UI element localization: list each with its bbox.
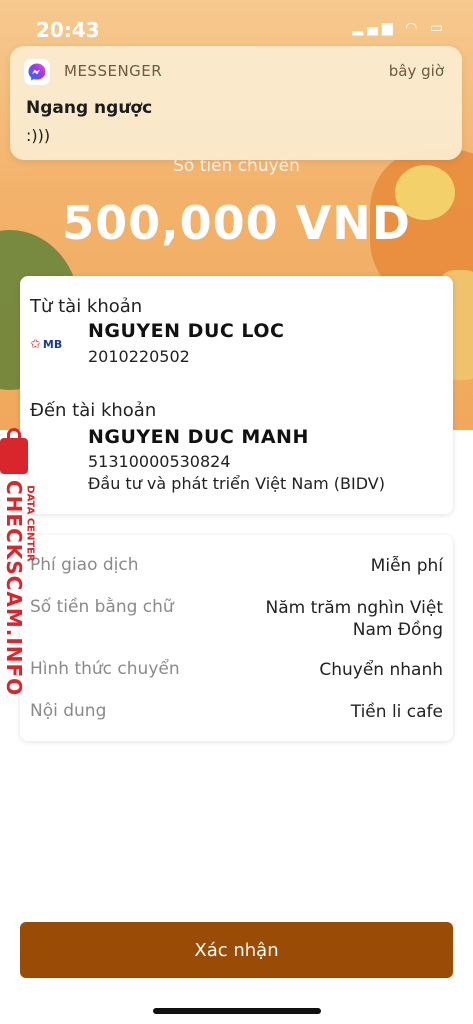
messenger-notification[interactable]: MESSENGER bây giờ Ngang ngược :)))	[10, 46, 462, 160]
star-icon: ✩	[30, 336, 41, 352]
detail-value: Miễn phí	[370, 556, 443, 576]
detail-value: Chuyển nhanh	[319, 660, 443, 680]
transfer-amount: 500,000 VND	[62, 196, 411, 250]
status-icons: ▂▄▆ ◠ ▭	[352, 20, 447, 36]
watermark-lock-icon	[0, 428, 28, 474]
watermark-subtext: DATA CENTER	[24, 485, 36, 562]
mb-bank-logo: ✩ MB	[30, 334, 68, 354]
notification-body: :)))	[26, 126, 51, 145]
from-account-name: NGUYEN DUC LOC	[88, 320, 285, 342]
accounts-card: Từ tài khoản ✩ MB NGUYEN DUC LOC 2010220…	[20, 276, 453, 514]
detail-value: Tiền li cafe	[350, 702, 443, 722]
confirm-button[interactable]: Xác nhận	[20, 922, 453, 978]
detail-key: Phí giao dịch	[30, 555, 139, 575]
from-account-number: 2010220502	[88, 347, 190, 366]
detail-key: Hình thức chuyển	[30, 659, 180, 679]
detail-key: Nội dung	[30, 701, 107, 721]
status-bar: 20:43 ▂▄▆ ◠ ▭	[0, 0, 473, 52]
to-account-number: 51310000530824	[88, 452, 231, 471]
detail-key: Số tiền bằng chữ	[30, 597, 174, 617]
notification-title: Ngang ngược	[26, 98, 153, 118]
to-account-name: NGUYEN DUC MANH	[88, 426, 309, 448]
from-account-label: Từ tài khoản	[30, 296, 143, 317]
watermark-text: CHECKSCAM.INFO	[2, 480, 26, 697]
status-time: 20:43	[36, 18, 100, 42]
messenger-icon	[24, 59, 50, 85]
detail-value: Năm trăm nghìn Việt Nam Đồng	[265, 598, 443, 640]
notification-time: bây giờ	[388, 62, 444, 80]
details-card: Phí giao dịch Miễn phí Số tiền bằng chữ …	[20, 535, 453, 741]
home-indicator[interactable]	[153, 1008, 321, 1014]
to-account-label: Đến tài khoản	[30, 400, 157, 421]
to-bank-name: Đầu tư và phát triển Việt Nam (BIDV)	[88, 474, 385, 493]
notification-app-name: MESSENGER	[64, 62, 163, 80]
bank-logo-text: MB	[42, 337, 63, 351]
